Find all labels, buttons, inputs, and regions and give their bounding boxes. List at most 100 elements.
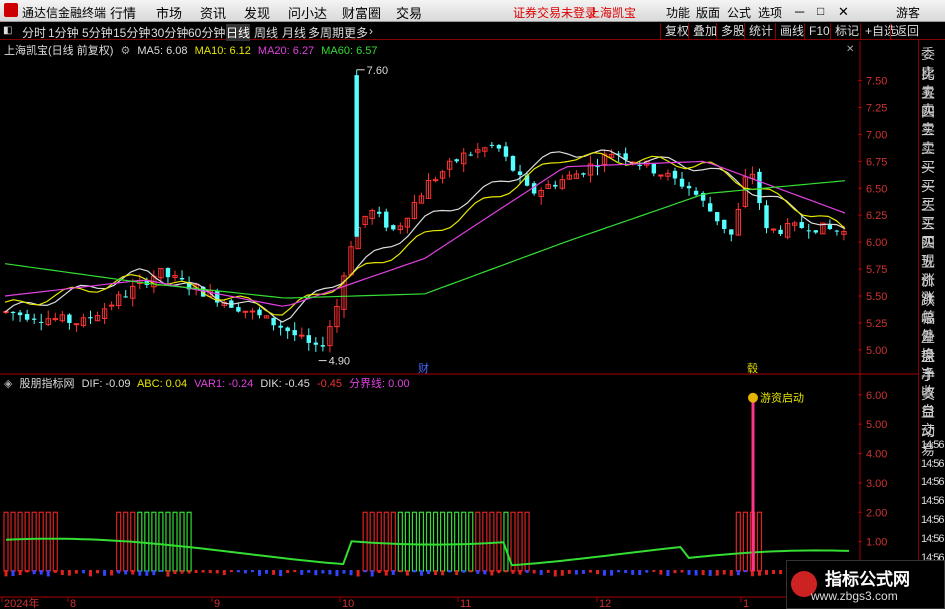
- indicator-bar: [742, 511, 748, 572]
- indicator-minibar: [32, 570, 36, 575]
- panel-toggle-icon[interactable]: ◧: [3, 25, 12, 36]
- period-tab-5min[interactable]: 5分钟: [82, 24, 113, 41]
- indicator-minibar: [765, 570, 768, 575]
- candle-body: [686, 185, 692, 189]
- back-button[interactable]: 返回: [890, 23, 923, 39]
- candle-body: [249, 310, 256, 313]
- indicator-minibar: [434, 570, 438, 576]
- indicator-minibar: [729, 570, 733, 576]
- indicator-minibar: [398, 570, 402, 573]
- menu-news[interactable]: 资讯: [200, 3, 226, 22]
- menu-market[interactable]: 市场: [156, 3, 182, 22]
- menu-quotes[interactable]: 行情: [110, 3, 136, 22]
- candle-body: [799, 222, 804, 228]
- indicator-minibar: [377, 570, 381, 574]
- candle-body: [581, 173, 586, 175]
- price-axis-label: 6.50: [866, 183, 887, 195]
- chart-close-icon[interactable]: ✕: [846, 44, 854, 55]
- candle-body: [806, 230, 811, 232]
- indicator-minibar: [321, 570, 325, 574]
- indicator-toggle-icon[interactable]: ◈: [4, 378, 12, 390]
- period-tab-more[interactable]: 更多: [344, 24, 368, 41]
- candle-body: [52, 318, 58, 321]
- menu-layout[interactable]: 版面: [696, 4, 720, 21]
- indicator-minibar: [617, 570, 621, 573]
- indicator-minibar: [265, 570, 269, 574]
- guest-label[interactable]: 游客: [896, 4, 920, 21]
- login-status[interactable]: 证券交易未登录: [513, 4, 597, 21]
- indicator-minibar: [236, 570, 240, 573]
- candle-body: [123, 296, 128, 298]
- period-tab-15min[interactable]: 15分钟: [113, 24, 150, 41]
- indicator-minibar: [546, 570, 550, 573]
- candle-body: [679, 178, 685, 187]
- menu-discover[interactable]: 发现: [244, 3, 270, 22]
- candle-body: [707, 203, 713, 212]
- menu-wealth[interactable]: 财富圈: [342, 3, 381, 22]
- menu-formula[interactable]: 公式: [727, 4, 751, 21]
- ma20-value: MA20: 6.27: [257, 45, 315, 57]
- period-tab-60min[interactable]: 60分钟: [188, 24, 225, 41]
- indicator-minibar: [715, 570, 719, 576]
- maximize-icon[interactable]: □: [817, 4, 824, 18]
- candle-body: [257, 309, 262, 316]
- indicator-minibar: [53, 570, 57, 573]
- indicator-minibar: [342, 570, 346, 574]
- indicator-bar: [38, 511, 44, 572]
- kline-chart[interactable]: 7.604.90财毂 6.005.004.003.002.001.00游资启动 …: [0, 41, 918, 609]
- candle-body: [271, 317, 276, 326]
- close-icon[interactable]: ✕: [838, 4, 849, 20]
- period-tab-daily[interactable]: 日线: [226, 24, 251, 41]
- indicator-pane: 6.00 5.00 4.00 3.00 2.00 1.00 游资启动: [3, 390, 887, 577]
- indicator-minibar: [74, 570, 78, 574]
- indicator-minibar: [603, 570, 607, 576]
- period-tab-30min[interactable]: 30分钟: [151, 24, 188, 41]
- settings-gear-icon[interactable]: ⚙: [120, 45, 130, 57]
- candle-body: [306, 335, 311, 343]
- indicator-minibar: [180, 570, 184, 574]
- side-panel-label: 14:56: [921, 438, 945, 451]
- period-tab-1min[interactable]: 1分钟: [48, 24, 79, 41]
- minimize-icon[interactable]: ─: [795, 4, 804, 19]
- statistics-button[interactable]: 统计: [744, 23, 777, 39]
- indicator-minibar: [694, 570, 698, 576]
- indicator-minibar: [166, 570, 170, 577]
- indicator-minibar: [567, 570, 571, 574]
- candle-body: [236, 307, 241, 312]
- indicator-bar: [454, 511, 460, 572]
- chevron-right-icon[interactable]: ›: [369, 24, 373, 38]
- menu-trade[interactable]: 交易: [396, 3, 422, 22]
- indicator-minibar: [314, 570, 318, 576]
- indicator-minibar: [356, 570, 360, 577]
- candle-body: [672, 170, 678, 179]
- indicator-annotation: 游资启动: [760, 392, 804, 405]
- indicator-minibar: [39, 570, 43, 575]
- price-axis-label: 5.50: [866, 291, 887, 303]
- indicator-minibar: [145, 570, 149, 576]
- indicator-minibar: [525, 570, 529, 573]
- period-tab-timeshare[interactable]: 分时: [22, 24, 46, 41]
- candle-body: [454, 159, 459, 162]
- indicator-minibar: [335, 570, 339, 577]
- indicator-bar: [524, 511, 530, 572]
- candle-body: [292, 330, 297, 336]
- indicator-minibar: [286, 570, 290, 573]
- mark-button[interactable]: 标记: [830, 23, 863, 39]
- indicator-name[interactable]: 股朋指标网: [20, 378, 75, 390]
- candle-body: [108, 304, 115, 307]
- candle-body: [510, 155, 516, 171]
- menu-options[interactable]: 选项: [758, 4, 782, 21]
- menu-ask[interactable]: 问小达: [288, 3, 327, 22]
- indicator-minibar: [652, 570, 656, 572]
- period-tab-weekly[interactable]: 周线: [254, 24, 278, 41]
- indicator-axis-label: 1.00: [866, 537, 887, 549]
- menu-function[interactable]: 功能: [666, 4, 690, 21]
- period-tab-multi[interactable]: 多周期: [308, 24, 344, 41]
- period-tab-monthly[interactable]: 月线: [282, 24, 306, 41]
- indicator-minibar: [757, 570, 761, 576]
- price-axis-label: 5.25: [866, 318, 887, 330]
- indicator-bar: [172, 511, 178, 572]
- indicator-minibar: [448, 570, 452, 573]
- indicator-bar: [411, 511, 418, 572]
- indicator-minibar: [779, 570, 783, 575]
